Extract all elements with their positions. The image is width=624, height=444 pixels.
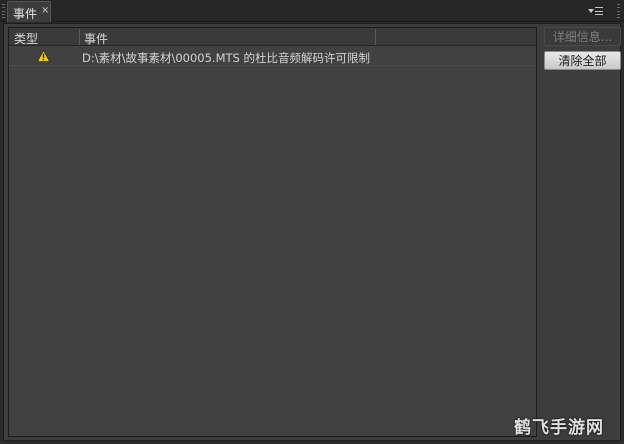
events-table: 类型 事件 D:\素材\故事素材\00005.MTS 的杜比音频解码许可限制 (8, 27, 537, 437)
column-divider[interactable] (79, 29, 80, 45)
column-divider[interactable] (375, 29, 376, 45)
right-grip-icon[interactable] (617, 4, 620, 18)
watermark-logo: 鹤飞手游网 (514, 418, 604, 438)
panel-content: 类型 事件 D:\素材\故事素材\00005.MTS 的杜比音频解码许可限制 详… (3, 23, 621, 441)
event-message: D:\素材\故事素材\00005.MTS 的杜比音频解码许可限制 (82, 51, 370, 65)
warning-icon (37, 50, 50, 62)
clear-all-button[interactable]: 清除全部 (544, 51, 621, 70)
tab-events-label: 事件 (13, 7, 38, 21)
tab-bar: 事件 × (0, 0, 624, 22)
table-row[interactable]: D:\素材\故事素材\00005.MTS 的杜比音频解码许可限制 (9, 47, 536, 66)
panel-menu-icon[interactable] (588, 4, 606, 18)
column-header-type[interactable]: 类型 (14, 30, 38, 47)
left-grip-icon[interactable] (2, 4, 5, 18)
close-icon[interactable]: × (41, 5, 49, 16)
column-header-event[interactable]: 事件 (84, 30, 108, 47)
events-panel: 事件 × 类型 事件 D:\素材\故事素材\00005.MTS 的杜比音频解码许… (0, 0, 624, 444)
table-header: 类型 事件 (9, 28, 536, 46)
details-button[interactable]: 详细信息... (544, 27, 621, 46)
tab-events[interactable]: 事件 × (7, 1, 51, 22)
